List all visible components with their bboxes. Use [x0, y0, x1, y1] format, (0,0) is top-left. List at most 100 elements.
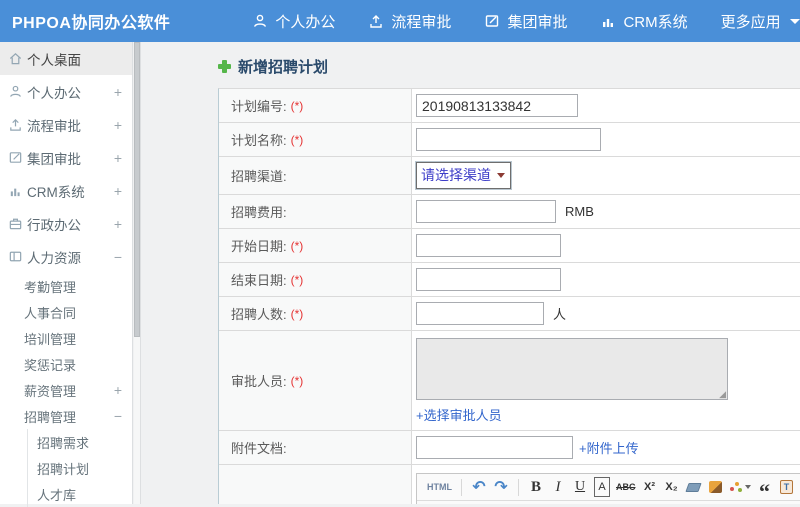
collapse-icon[interactable]: −: [110, 249, 122, 265]
select-approvers-link[interactable]: +选择审批人员: [416, 408, 502, 423]
add-plus-icon: [218, 60, 231, 73]
sidebar-item-recruit-plan[interactable]: 招聘计划: [28, 455, 132, 481]
underline-icon[interactable]: U: [572, 477, 588, 497]
sidebar-item-personal-office[interactable]: 个人办公 +: [0, 75, 132, 108]
nav-group-approval[interactable]: 集团审批: [484, 11, 567, 32]
form-row-attachment: 附件文档: +附件上传: [219, 431, 800, 465]
app-logo: PHPOA协同办公软件: [12, 9, 170, 33]
field-label: 计划编号:: [231, 96, 287, 115]
hr-submenu: 考勤管理 人事合同 培训管理 奖惩记录 薪资管理 + 招聘管理 − 招聘需求 招…: [0, 273, 132, 507]
nav-personal-office[interactable]: 个人办公: [252, 11, 335, 32]
plan-name-input[interactable]: [416, 128, 601, 151]
sidebar-item-desktop[interactable]: 个人桌面: [0, 42, 132, 75]
required-mark: (*): [291, 99, 304, 113]
sidebar-item-hr-contract[interactable]: 人事合同: [0, 299, 132, 325]
nav-more-apps[interactable]: 更多应用: [721, 11, 800, 32]
approvers-textarea[interactable]: ◢: [416, 338, 728, 400]
subscript-icon[interactable]: X₂: [664, 477, 680, 497]
headcount-input[interactable]: [416, 302, 544, 325]
recruit-submenu: 招聘需求 招聘计划 人才库: [27, 429, 132, 507]
form-row-start-date: 开始日期: (*): [219, 229, 800, 263]
topbar: PHPOA协同办公软件 个人办公 流程审批 集团审批 CRM系统 更多应用: [0, 0, 800, 42]
expand-icon[interactable]: +: [110, 150, 122, 166]
user-icon: [252, 13, 268, 29]
field-label: 招聘渠道:: [231, 166, 287, 185]
form-row-plan-number: 计划编号: (*): [219, 89, 800, 123]
auto-format-icon[interactable]: [730, 477, 751, 497]
required-mark: (*): [291, 133, 304, 147]
sidebar-item-attendance[interactable]: 考勤管理: [0, 273, 132, 299]
sidebar-item-talent-pool[interactable]: 人才库: [28, 481, 132, 507]
plan-number-input[interactable]: [416, 94, 578, 117]
form-row-headcount: 招聘人数: (*) 人: [219, 297, 800, 331]
sidebar-item-admin-office[interactable]: 行政办公 +: [0, 207, 132, 240]
field-label: 附件文档:: [231, 438, 287, 457]
sidebar-item-process-approval[interactable]: 流程审批 +: [0, 108, 132, 141]
bold-icon[interactable]: B: [528, 477, 544, 497]
sidebar-item-group-approval[interactable]: 集团审批 +: [0, 141, 132, 174]
main-content: 新增招聘计划 计划编号: (*) 计划名称: (*) 招聘渠道:: [142, 42, 800, 504]
required-mark: (*): [291, 374, 304, 388]
chevron-down-icon: [790, 19, 800, 24]
eraser-icon[interactable]: [686, 477, 702, 497]
sidebar-item-salary[interactable]: 薪资管理 +: [0, 377, 132, 403]
paste-text-icon[interactable]: T: [779, 477, 795, 497]
sidebar-item-rewards[interactable]: 奖惩记录: [0, 351, 132, 377]
expand-icon[interactable]: +: [110, 382, 122, 398]
form-row-plan-name: 计划名称: (*): [219, 123, 800, 157]
currency-suffix: RMB: [565, 204, 594, 219]
process-icon: [368, 13, 384, 29]
border-text-icon[interactable]: A: [594, 477, 610, 497]
italic-icon[interactable]: I: [550, 477, 566, 497]
collapse-icon[interactable]: −: [110, 408, 122, 424]
sidebar-item-hr[interactable]: 人力资源 −: [0, 240, 132, 273]
form-row-channel: 招聘渠道: 请选择渠道: [219, 157, 800, 195]
upload-attachment-link[interactable]: +附件上传: [579, 438, 639, 457]
field-label: 结束日期:: [231, 270, 287, 289]
attachment-input[interactable]: [416, 436, 573, 459]
strikethrough-icon[interactable]: ABC: [616, 477, 636, 497]
cost-input[interactable]: [416, 200, 556, 223]
top-nav: 个人办公 流程审批 集团审批 CRM系统 更多应用: [252, 11, 800, 32]
undo-icon[interactable]: ↶: [471, 477, 487, 497]
sidebar-item-training[interactable]: 培训管理: [0, 325, 132, 351]
nav-process-approval[interactable]: 流程审批: [368, 11, 451, 32]
unit-suffix: 人: [553, 304, 566, 323]
chart-icon: [600, 13, 616, 29]
required-mark: (*): [291, 239, 304, 253]
redo-icon[interactable]: ↷: [493, 477, 509, 497]
field-label: 审批人员:: [231, 371, 287, 390]
sidebar-item-crm[interactable]: CRM系统 +: [0, 174, 132, 207]
sidebar: 个人桌面 个人办公 + 流程审批 + 集团审批 + CRM系统 + 行政办公 +…: [0, 42, 133, 504]
format-brush-icon[interactable]: [708, 477, 724, 497]
expand-icon[interactable]: +: [110, 84, 122, 100]
edit-icon: [484, 13, 500, 29]
select-caret-icon: [497, 173, 505, 178]
end-date-input[interactable]: [416, 268, 561, 291]
required-mark: (*): [291, 273, 304, 287]
html-source-button[interactable]: HTML: [427, 477, 452, 497]
required-mark: (*): [291, 307, 304, 321]
field-label: 招聘人数:: [231, 304, 287, 323]
expand-icon[interactable]: +: [110, 216, 122, 232]
field-label: 招聘费用:: [231, 202, 287, 221]
page-title: 新增招聘计划: [218, 56, 328, 77]
expand-icon[interactable]: +: [110, 117, 122, 133]
field-label: 计划名称:: [231, 130, 287, 149]
nav-crm-system[interactable]: CRM系统: [600, 11, 687, 32]
sidebar-item-recruit-mgmt[interactable]: 招聘管理 −: [0, 403, 132, 429]
start-date-input[interactable]: [416, 234, 561, 257]
form-row-approvers: 审批人员: (*) ◢ +选择审批人员: [219, 331, 800, 431]
editor-toolbar-row1: HTML ↶ ↷ B I U A ABC X² X₂: [417, 474, 800, 501]
expand-icon[interactable]: +: [110, 183, 122, 199]
form-row-editor: HTML ↶ ↷ B I U A ABC X² X₂: [219, 465, 800, 504]
resize-grip-icon[interactable]: ◢: [719, 390, 726, 399]
field-label: 开始日期:: [231, 236, 287, 255]
scrollbar-thumb[interactable]: [134, 42, 140, 337]
form-row-cost: 招聘费用: RMB: [219, 195, 800, 229]
superscript-icon[interactable]: X²: [642, 477, 658, 497]
channel-select[interactable]: 请选择渠道: [416, 162, 511, 189]
rich-text-editor: HTML ↶ ↷ B I U A ABC X² X₂: [416, 473, 800, 504]
blockquote-icon[interactable]: “: [757, 477, 773, 497]
sidebar-item-recruit-demand[interactable]: 招聘需求: [28, 429, 132, 455]
